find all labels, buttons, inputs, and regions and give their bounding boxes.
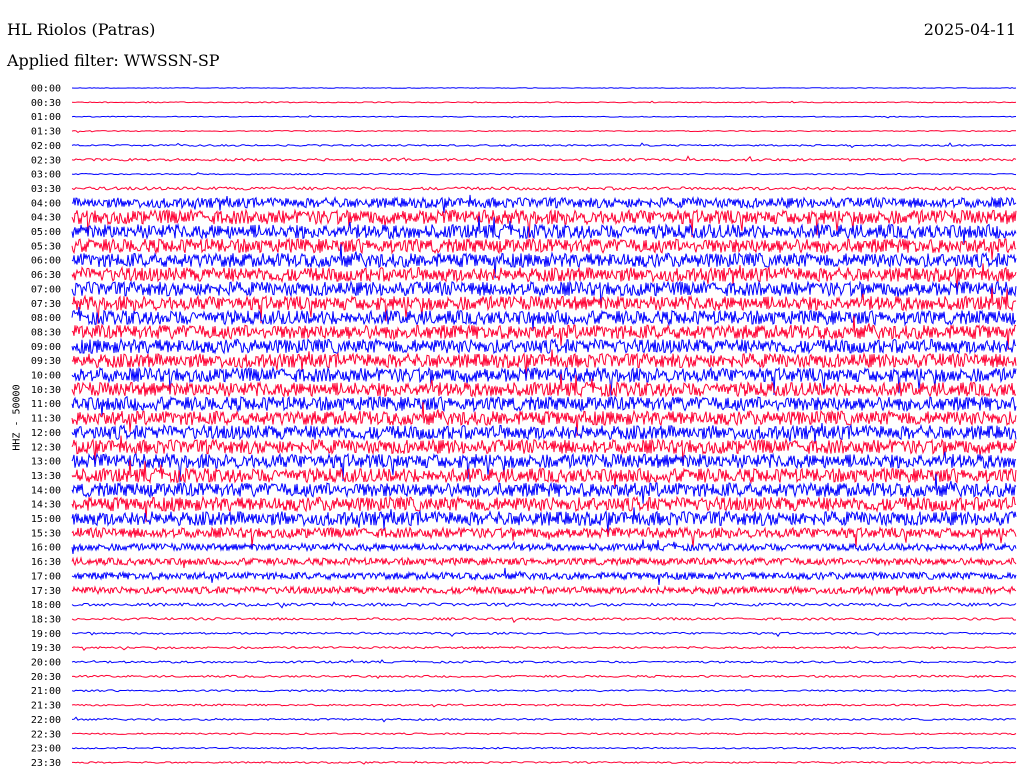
seismic-trace xyxy=(71,115,1017,119)
time-tick-label: 11:30 xyxy=(31,414,61,425)
tick-labels-group: 00:00 00:30 01:00 01:30 02:00 02:30 03:00 03:30… xyxy=(31,84,61,769)
traces-group xyxy=(71,87,1017,765)
seismic-trace xyxy=(71,87,1017,89)
time-tick-label: 00:00 xyxy=(31,84,61,95)
time-tick-label: 23:30 xyxy=(31,758,61,769)
time-tick-label: 08:30 xyxy=(31,327,61,338)
seismic-trace xyxy=(71,539,1017,554)
time-tick-label: 00:30 xyxy=(31,98,61,109)
time-tick-label: 07:30 xyxy=(31,299,61,310)
time-tick-label: 03:30 xyxy=(31,184,61,195)
time-tick-label: 21:30 xyxy=(31,701,61,712)
time-tick-label: 06:30 xyxy=(31,270,61,281)
time-tick-label: 10:30 xyxy=(31,385,61,396)
time-tick-label: 06:00 xyxy=(31,256,61,267)
seismic-trace xyxy=(71,674,1017,679)
seismic-trace xyxy=(71,567,1017,585)
time-tick-label: 04:30 xyxy=(31,213,61,224)
seismic-trace xyxy=(71,732,1017,736)
time-tick-label: 07:00 xyxy=(31,284,61,295)
seismic-trace xyxy=(71,142,1017,149)
seismic-trace xyxy=(71,155,1017,162)
time-tick-label: 11:00 xyxy=(31,399,61,410)
seismic-trace xyxy=(71,659,1017,664)
seismic-trace xyxy=(71,349,1017,375)
seismic-trace xyxy=(71,129,1017,134)
seismic-trace xyxy=(71,716,1017,723)
time-tick-label: 04:00 xyxy=(31,198,61,209)
seismic-trace xyxy=(71,337,1017,355)
seismic-trace xyxy=(71,703,1017,708)
time-tick-label: 23:00 xyxy=(31,744,61,755)
time-tick-label: 02:00 xyxy=(31,141,61,152)
time-tick-label: 14:30 xyxy=(31,500,61,511)
time-tick-label: 18:30 xyxy=(31,614,61,625)
time-tick-label: 05:00 xyxy=(31,227,61,238)
seismic-trace xyxy=(71,172,1017,176)
time-tick-label: 16:00 xyxy=(31,543,61,554)
time-tick-label: 14:00 xyxy=(31,485,61,496)
helicorder-plot: 00:00 00:30 01:00 01:30 02:00 02:30 03:00 03:30… xyxy=(31,84,1017,769)
time-tick-label: 22:00 xyxy=(31,715,61,726)
seismic-trace xyxy=(71,194,1017,214)
seismic-trace xyxy=(71,208,1017,238)
time-tick-label: 15:00 xyxy=(31,514,61,525)
time-tick-label: 21:00 xyxy=(31,686,61,697)
time-tick-label: 13:00 xyxy=(31,457,61,468)
seismic-trace xyxy=(71,585,1017,597)
seismic-trace xyxy=(71,601,1017,609)
seismic-trace xyxy=(71,689,1017,693)
seismic-trace xyxy=(71,556,1017,569)
seismic-trace xyxy=(71,186,1017,191)
time-tick-label: 18:00 xyxy=(31,600,61,611)
time-tick-label: 20:00 xyxy=(31,658,61,669)
time-tick-label: 01:00 xyxy=(31,112,61,123)
seismic-trace xyxy=(71,100,1017,104)
time-tick-label: 20:30 xyxy=(31,672,61,683)
time-tick-label: 12:00 xyxy=(31,428,61,439)
time-tick-label: 01:30 xyxy=(31,127,61,138)
time-tick-label: 10:00 xyxy=(31,371,61,382)
time-tick-label: 17:00 xyxy=(31,571,61,582)
time-tick-label: 03:00 xyxy=(31,170,61,181)
time-tick-label: 09:30 xyxy=(31,356,61,367)
time-tick-label: 17:30 xyxy=(31,586,61,597)
time-tick-label: 13:30 xyxy=(31,471,61,482)
time-tick-label: 15:30 xyxy=(31,528,61,539)
time-tick-label: 08:00 xyxy=(31,313,61,324)
seismic-trace xyxy=(71,631,1017,638)
seismic-trace xyxy=(71,646,1017,652)
time-tick-label: 02:30 xyxy=(31,155,61,166)
time-tick-label: 16:30 xyxy=(31,557,61,568)
time-tick-label: 12:30 xyxy=(31,442,61,453)
seismic-trace xyxy=(72,760,1017,765)
seismic-trace xyxy=(71,746,1017,750)
time-tick-label: 19:00 xyxy=(31,629,61,640)
time-tick-label: 09:00 xyxy=(31,342,61,353)
seismic-trace xyxy=(71,617,1017,624)
time-tick-label: 19:30 xyxy=(31,643,61,654)
seismic-trace xyxy=(71,507,1017,533)
time-tick-label: 05:30 xyxy=(31,241,61,252)
time-tick-label: 22:30 xyxy=(31,729,61,740)
